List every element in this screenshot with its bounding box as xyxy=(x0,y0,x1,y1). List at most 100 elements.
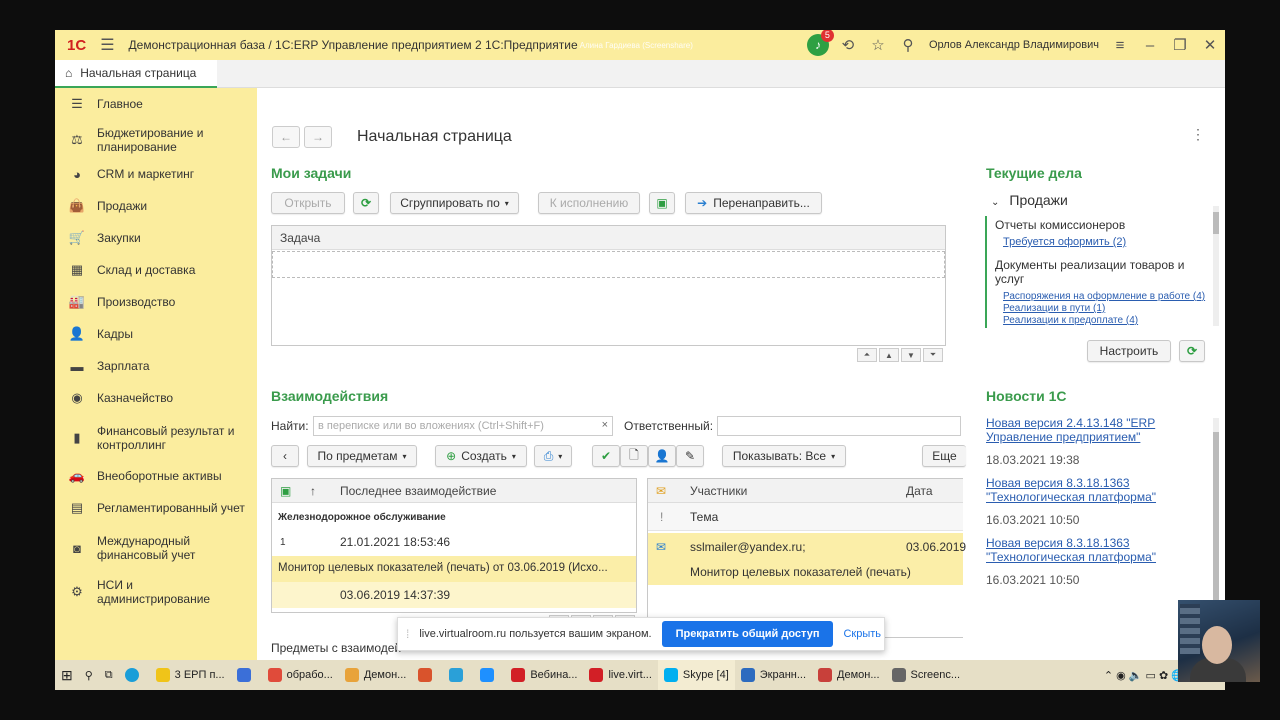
sidebar-item[interactable]: ◕ CRM и маркетинг xyxy=(55,166,257,182)
restore-button[interactable]: ❐ xyxy=(1168,33,1192,57)
sidebar-item[interactable]: 🏭 Производство xyxy=(55,294,257,310)
hide-button[interactable]: Скрыть xyxy=(843,628,881,640)
start-button[interactable]: ⊞ xyxy=(55,660,79,690)
show-filter-button[interactable]: Показывать: Все ▾ xyxy=(722,445,846,467)
current-scroll-thumb[interactable] xyxy=(1213,212,1219,234)
taskbar-app[interactable]: live.virt... xyxy=(583,660,657,690)
group-row[interactable]: Железнодорожное обслуживание xyxy=(278,512,446,523)
gear-icon: ⚙ xyxy=(71,584,83,599)
document-button[interactable]: 🗋 xyxy=(620,445,648,467)
scroll-top-icon[interactable]: ⏶ xyxy=(857,348,877,362)
group-by-button[interactable]: Сгруппировать по ▾ xyxy=(390,192,519,214)
refresh-tasks-button[interactable]: ⟳ xyxy=(353,192,379,214)
close-button[interactable]: ✕ xyxy=(1198,33,1222,57)
sidebar-item[interactable]: 🚗 Внеоборотные активы xyxy=(55,468,257,484)
tray-icons[interactable]: ⌃ ◉ 🔈 ▭ ✿ 🌐 xyxy=(1098,660,1191,690)
clear-icon[interactable]: × xyxy=(602,419,608,431)
sidebar-item[interactable]: 👜 Продажи xyxy=(55,198,257,214)
news-link-3[interactable]: Новая версия 8.3.18.1363 "Технологическа… xyxy=(986,536,1186,564)
taskbar-app[interactable]: Демон... xyxy=(339,660,413,690)
news-link-1[interactable]: Новая версия 2.4.13.148 "ERP Управление … xyxy=(986,416,1186,444)
current-scrollbar[interactable] xyxy=(1213,206,1219,326)
tab-home[interactable]: ⌂ Начальная страница xyxy=(55,60,217,88)
taskbar-app[interactable]: Skype [4] xyxy=(657,660,735,690)
current-group[interactable]: ⌄ Продажи xyxy=(991,192,1068,208)
taskbar-app[interactable] xyxy=(443,660,474,690)
find-input[interactable]: в переписке или во вложениях (Ctrl+Shift… xyxy=(313,416,613,436)
mark-done-button[interactable]: ✔ xyxy=(592,445,620,467)
taskbar-app[interactable]: Screenc... xyxy=(886,660,967,690)
refresh-current-button[interactable]: ⟳ xyxy=(1179,340,1205,362)
more-button[interactable]: Еще xyxy=(922,445,966,467)
sidebar-item[interactable]: 👤 Кадры xyxy=(55,326,257,342)
more-actions-icon[interactable]: ⋮ xyxy=(1191,126,1205,143)
to-exec-button[interactable]: К исполнению xyxy=(538,192,640,214)
main-menu-icon[interactable]: ☰ xyxy=(100,35,114,55)
notifications-button[interactable]: ♪ 5 xyxy=(806,30,834,57)
search-icon[interactable]: ⚲ xyxy=(896,33,920,57)
selected-row-date[interactable]: 03.06.2019 14:37:39 xyxy=(272,582,636,608)
stop-sharing-button[interactable]: Прекратить общий доступ xyxy=(661,621,834,647)
history-icon[interactable]: ⟲ xyxy=(836,33,860,57)
sort-up-icon[interactable]: ↑ xyxy=(310,484,340,498)
sidebar-item[interactable]: ▬ Зарплата xyxy=(55,358,257,374)
drag-handle-icon[interactable]: ⁞ xyxy=(406,627,409,641)
taskbar-app[interactable]: 3 ЕРП п... xyxy=(150,660,231,690)
current-item-2-link-1[interactable]: Распоряжения на оформление в работе (4) xyxy=(1003,291,1205,302)
taskbar-app[interactable]: обрабо... xyxy=(262,660,339,690)
open-button[interactable]: Открыть xyxy=(271,192,345,214)
taskbar-app[interactable]: Экранн... xyxy=(735,660,812,690)
redirect-button[interactable]: ➔ Перенаправить... xyxy=(685,192,822,214)
attach-button[interactable]: ⎙ ▾ xyxy=(534,445,572,467)
task-view-icon[interactable]: ⧉ xyxy=(99,660,119,690)
menu-icon: ☰ xyxy=(71,96,83,111)
news-scroll-thumb[interactable] xyxy=(1213,432,1219,622)
taskbar-app[interactable] xyxy=(474,660,505,690)
dropdown-icon: ▾ xyxy=(831,451,836,461)
sidebar-item[interactable]: ⚙ НСИ и администрирование xyxy=(55,578,257,606)
sidebar-item[interactable]: ☰ Главное xyxy=(55,96,257,112)
forward-button[interactable]: → xyxy=(304,126,332,148)
sidebar-item[interactable]: ▦ Склад и доставка xyxy=(55,262,257,278)
row1-date[interactable]: 21.01.2021 18:53:46 xyxy=(340,535,450,549)
taskbar-app[interactable]: Демон... xyxy=(812,660,886,690)
right-selected-row[interactable]: ✉ sslmailer@yandex.ru; 03.06.2019 Монито… xyxy=(648,533,966,585)
by-subject-button[interactable]: По предметам ▾ xyxy=(307,445,417,467)
taskbar-app-label: Экранн... xyxy=(759,669,807,681)
minimize-button[interactable]: – xyxy=(1138,33,1162,57)
configure-button[interactable]: Настроить xyxy=(1087,340,1171,362)
news-scrollbar[interactable] xyxy=(1213,418,1219,628)
settings-menu-icon[interactable]: ≡ xyxy=(1108,33,1132,57)
taskbar-app[interactable] xyxy=(231,660,262,690)
current-item-2-link-2[interactable]: Реализации в пути (1) xyxy=(1003,303,1105,314)
back-button[interactable]: ← xyxy=(272,126,300,148)
taskbar-app[interactable] xyxy=(412,660,443,690)
current-item-2-link-3[interactable]: Реализации к предоплате (4) xyxy=(1003,315,1138,326)
sidebar-item[interactable]: ◙ Международный финансовый учет xyxy=(55,534,257,562)
tasks-grid-empty-row[interactable] xyxy=(272,251,945,278)
sidebar-item[interactable]: 🛒 Закупки xyxy=(55,230,257,246)
responsible-input[interactable] xyxy=(717,416,961,436)
edit-button[interactable]: ✎ xyxy=(676,445,704,467)
sidebar-item[interactable]: ⚖ Бюджетирование и планирование xyxy=(55,126,257,154)
task-action-button[interactable]: ▣ xyxy=(649,192,675,214)
person-button[interactable]: 👤 xyxy=(648,445,676,467)
news-date-3: 16.03.2021 10:50 xyxy=(986,573,1080,587)
user-name[interactable]: Орлов Александр Владимирович xyxy=(929,39,1099,51)
taskbar-app[interactable]: Вебина... xyxy=(505,660,583,690)
star-icon[interactable]: ☆ xyxy=(866,33,890,57)
app-icon xyxy=(449,668,464,682)
scroll-down-icon[interactable]: ▼ xyxy=(901,348,921,362)
news-link-2[interactable]: Новая версия 8.3.18.1363 "Технологическа… xyxy=(986,476,1186,504)
current-item-1-link[interactable]: Требуется оформить (2) xyxy=(1003,236,1126,248)
search-taskbar-icon[interactable]: ⚲ xyxy=(79,660,99,690)
sidebar-item[interactable]: ▮ Финансовый результат и контроллинг xyxy=(55,424,257,452)
scroll-bottom-icon[interactable]: ⏷ xyxy=(923,348,943,362)
browser-icon[interactable] xyxy=(119,660,150,690)
selected-row[interactable]: Монитор целевых показателей (печать) от … xyxy=(272,556,636,582)
back-small-button[interactable]: ‹ xyxy=(271,445,299,467)
sidebar-item[interactable]: ◉ Казначейство xyxy=(55,390,257,406)
create-button[interactable]: ⊕ Создать ▾ xyxy=(435,445,527,467)
sidebar-item[interactable]: ▤ Регламентированный учет xyxy=(55,500,257,516)
scroll-up-icon[interactable]: ▲ xyxy=(879,348,899,362)
